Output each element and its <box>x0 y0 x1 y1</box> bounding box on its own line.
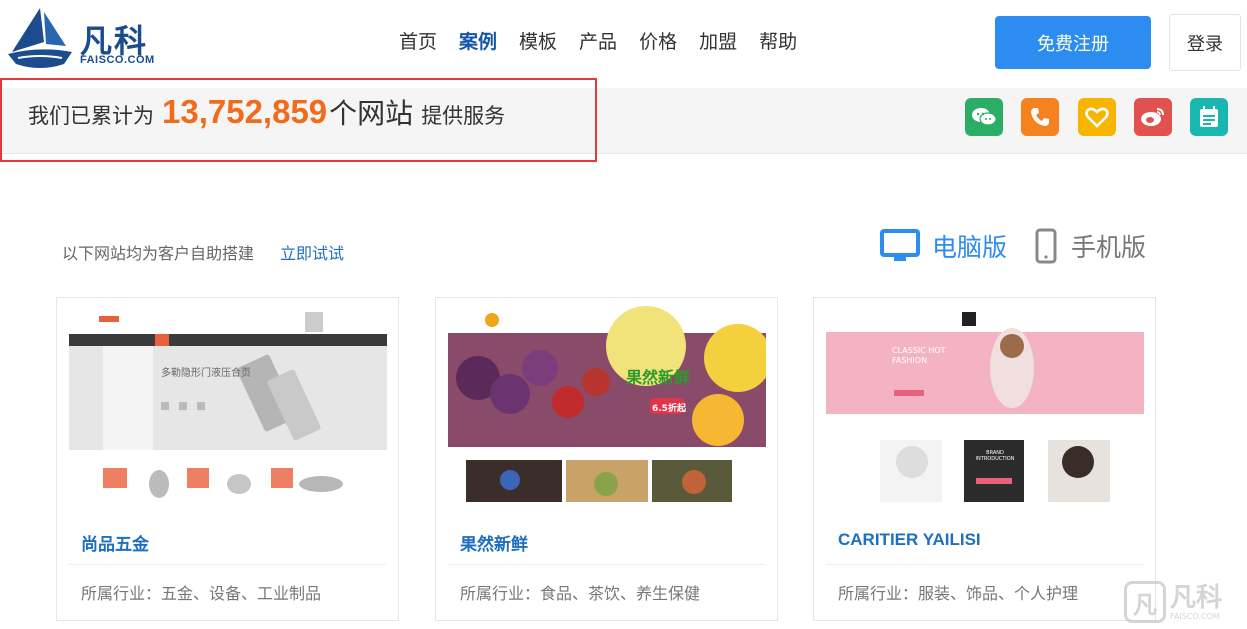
faisco-watermark: 凡 凡科 FAISCO.COM <box>1124 577 1244 627</box>
thumb-tile-text: BRAND INTRODUCTION <box>975 450 1015 462</box>
view-pc-label: 电脑版 <box>932 233 1008 262</box>
case-card-guoran[interactable]: 果然新鲜 6.5折起 果然新鲜 所属行业：食品、茶饮、养生保健 <box>435 297 778 621</box>
nav-item-franchise[interactable]: 加盟 <box>688 28 748 56</box>
wechat-icon[interactable] <box>965 98 1003 136</box>
card-divider <box>826 564 1143 565</box>
view-mobile-label: 手机版 <box>1071 233 1147 262</box>
stats-bar: 我们已累计为 13,752,859 个网站 提供服务 <box>0 78 1247 162</box>
notepad-icon[interactable] <box>1190 98 1228 136</box>
case-thumbnail[interactable]: 果然新鲜 6.5折起 <box>448 298 766 508</box>
watermark-sub: FAISCO.COM <box>1170 611 1220 621</box>
case-thumbnail[interactable]: 多勒隐形门液压合页 <box>69 298 387 508</box>
login-button[interactable]: 登录 <box>1169 14 1241 71</box>
case-card-shangpin[interactable]: 多勒隐形门液压合页 尚品五金 所属行业：五金、设备、工业制品 <box>56 297 399 621</box>
stats-highlight-box: 我们已累计为 13,752,859 个网站 提供服务 <box>0 78 597 162</box>
nav-item-products[interactable]: 产品 <box>568 28 628 56</box>
case-title[interactable]: 尚品五金 <box>81 530 149 555</box>
card-divider <box>448 564 765 565</box>
nav-item-templates[interactable]: 模板 <box>508 28 568 56</box>
top-header: 凡科 FAISCO.COM 首页 案例 模板 产品 价格 加盟 帮助 免费注册 … <box>0 0 1247 88</box>
phone-icon[interactable] <box>1021 98 1059 136</box>
thumb-banner-text: CLASSIC HOT FASHION <box>892 346 946 365</box>
case-industry: 所属行业：食品、茶饮、养生保健 <box>460 584 701 603</box>
stats-text: 我们已累计为 13,752,859 个网站 提供服务 <box>28 92 505 132</box>
nav-item-cases[interactable]: 案例 <box>448 28 508 56</box>
watermark-text: 凡科 <box>1170 582 1223 613</box>
weibo-icon[interactable] <box>1134 98 1172 136</box>
monitor-icon <box>880 229 920 261</box>
stats-prefix: 我们已累计为 <box>28 104 154 128</box>
stats-suffix: 提供服务 <box>421 104 506 128</box>
logo-domain-text: FAISCO.COM <box>80 54 155 66</box>
stats-count: 13,752,859 <box>162 93 328 130</box>
thumb-price-tag: 6.5折起 <box>652 404 686 414</box>
intro-text: 以下网站均为客户自助搭建 <box>62 244 255 263</box>
case-thumbnail[interactable]: CLASSIC HOT FASHION BRAND INTRODUCTION <box>826 298 1144 508</box>
watermark-logo-icon: 凡 <box>1124 581 1166 623</box>
ship-logo-icon <box>8 8 72 68</box>
view-mobile-toggle[interactable]: 手机版 <box>1035 228 1146 264</box>
case-card-caritier[interactable]: CLASSIC HOT FASHION BRAND INTRODUCTION C… <box>813 297 1156 621</box>
try-now-link[interactable]: 立即试试 <box>280 240 344 264</box>
case-industry: 所属行业：服装、饰品、个人护理 <box>838 584 1079 603</box>
heart-icon[interactable] <box>1078 98 1116 136</box>
thumb-banner-text: 果然新鲜 <box>626 368 691 387</box>
card-divider <box>69 564 386 565</box>
thumb-banner-text: 多勒隐形门液压合页 <box>161 368 251 379</box>
register-button[interactable]: 免费注册 <box>995 16 1151 69</box>
nav-item-pricing[interactable]: 价格 <box>628 28 688 56</box>
case-title[interactable]: CARITIER YAILISI <box>838 530 981 550</box>
stats-unit: 个网站 <box>329 97 414 130</box>
nav-item-home[interactable]: 首页 <box>388 28 448 56</box>
view-pc-toggle[interactable]: 电脑版 <box>880 228 1007 264</box>
case-title[interactable]: 果然新鲜 <box>460 530 528 555</box>
nav-item-help[interactable]: 帮助 <box>748 28 808 56</box>
case-industry: 所属行业：五金、设备、工业制品 <box>81 584 322 603</box>
faisco-logo[interactable]: 凡科 FAISCO.COM <box>4 2 164 74</box>
main-nav: 首页 案例 模板 产品 价格 加盟 帮助 <box>388 28 808 56</box>
mobile-phone-icon <box>1035 228 1057 264</box>
